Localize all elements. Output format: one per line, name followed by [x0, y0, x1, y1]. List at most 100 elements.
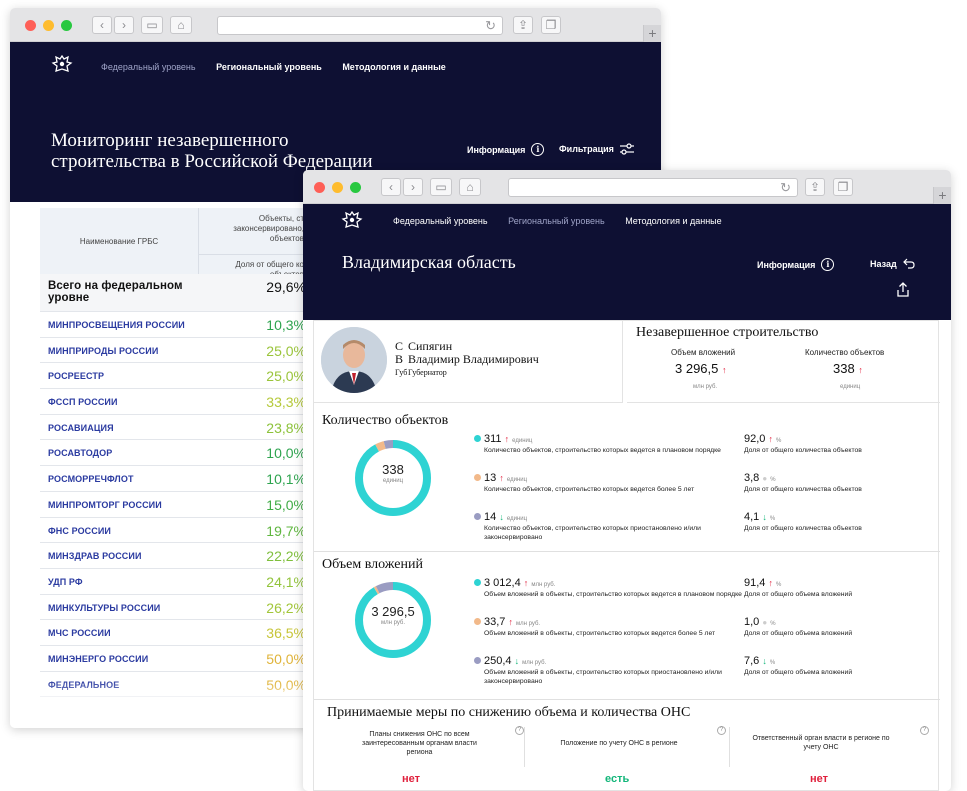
row-name[interactable]: РОСАВИАЦИЯ	[48, 423, 114, 433]
front-address-bar[interactable]: ↻	[508, 178, 798, 197]
row-name[interactable]: МИНПРИРОДЫ РОССИИ	[48, 346, 158, 356]
table-row[interactable]: МИНКУЛЬТУРЫ РОССИИ 26,2%	[40, 595, 308, 621]
measures-value-plans: нет	[402, 773, 421, 785]
nav-methodology[interactable]: Методология и данные	[342, 62, 445, 72]
row-value: 10,3%	[266, 317, 306, 333]
browser-toolbar: ‹ › ▭ ⌂ ↻ ⇪ ❐ +	[10, 8, 661, 42]
arrow-up-icon: ↑	[504, 434, 510, 444]
measures-value-regulation: есть	[605, 773, 630, 785]
row-name[interactable]: РОСАВТОДОР	[48, 448, 112, 458]
front-reload-icon[interactable]: ↻	[780, 180, 791, 196]
table-row[interactable]: МИНЭНЕРГО РОССИИ 50,0%	[40, 646, 308, 672]
indicator-pct: 7,6 ↓ %	[744, 655, 775, 667]
close-window-button[interactable]	[25, 20, 36, 31]
tabs-icon[interactable]: ❐	[541, 16, 561, 34]
row-name[interactable]: МИНПРОСВЕЩЕНИЯ РОССИИ	[48, 320, 185, 330]
indicator-number: 3 012,4	[484, 577, 521, 589]
front-back-arrow-icon[interactable]: ‹	[381, 178, 401, 196]
back-link[interactable]: Назад	[870, 258, 915, 269]
invest-title: Объем вложений	[322, 557, 423, 572]
front-minimize-button[interactable]	[332, 182, 343, 193]
table-row[interactable]: РОСРЕЕСТР 25,0%	[40, 363, 308, 390]
table-row[interactable]: МИНПРИРОДЫ РОССИИ 25,0%	[40, 338, 308, 364]
pct-sign: %	[776, 438, 782, 444]
help-icon[interactable]: ?	[920, 726, 929, 735]
neutral-dot-icon: ●	[762, 474, 768, 483]
invest-unit: млн руб.	[693, 384, 718, 390]
table-row[interactable]: ФССП РОССИИ 33,3%	[40, 389, 308, 415]
indicator-number: 311	[484, 433, 502, 445]
measures-col3: Ответственный орган власти в регионе по …	[752, 735, 890, 751]
table-row[interactable]: МИНЗДРАВ РОССИИ 22,2%	[40, 543, 308, 569]
row-name[interactable]: МИНКУЛЬТУРЫ РОССИИ	[48, 603, 160, 613]
filter-link[interactable]: Фильтрация	[559, 143, 634, 155]
front-maximize-button[interactable]	[350, 182, 361, 193]
indicator-pct: 4,1 ↓ %	[744, 511, 775, 523]
indicator-number: 13	[484, 472, 497, 484]
front-share-icon[interactable]	[896, 282, 910, 298]
maximize-window-button[interactable]	[61, 20, 72, 31]
minimize-window-button[interactable]	[43, 20, 54, 31]
front-share-browser-icon[interactable]: ⇪	[805, 178, 825, 196]
row-name[interactable]: МЧС РОССИИ	[48, 628, 111, 638]
unfinished-title: Незавершенное строительство	[636, 325, 819, 340]
table-row[interactable]: РОСАВТОДОР 10,0%	[40, 440, 308, 467]
sidebar-icon[interactable]: ▭	[141, 16, 163, 34]
info-link[interactable]: Информация i	[467, 143, 545, 156]
row-name[interactable]: МИНПРОМТОРГ РОССИИ	[48, 500, 162, 510]
row-name[interactable]: РОСМОРРЕЧФЛОТ	[48, 474, 134, 484]
row-name[interactable]: ФНС РОССИИ	[48, 526, 111, 536]
help-icon[interactable]: ?	[515, 726, 524, 735]
pct-number: 4,1	[744, 511, 760, 523]
address-bar[interactable]: ↻	[217, 16, 503, 35]
col-objects-header[interactable]: Объекты, ст законсервировано, объектов Д…	[198, 208, 308, 279]
row-name[interactable]: МИНЭНЕРГО РОССИИ	[48, 654, 148, 664]
reload-icon[interactable]: ↻	[485, 18, 496, 34]
col-share-line1: Доля от общего ко	[235, 260, 304, 269]
pct-label: Доля от общего количества объектов	[744, 447, 862, 454]
table-row[interactable]: МИНПРОМТОРГ РОССИИ 15,0%	[40, 492, 308, 518]
front-tabs-icon[interactable]: ❐	[833, 178, 853, 196]
front-sidebar-icon[interactable]: ▭	[430, 178, 452, 196]
count-value: 338 ↑	[833, 361, 863, 376]
front-nav-regional[interactable]: Региональный уровень	[508, 216, 605, 226]
front-forward-arrow-icon[interactable]: ›	[403, 178, 423, 196]
invest-value: 3 296,5 ↑	[675, 361, 727, 376]
nav-federal[interactable]: Федеральный уровень	[101, 62, 196, 72]
row-value: 19,7%	[266, 522, 306, 539]
row-value: 24,1%	[266, 573, 306, 590]
pct-sign: %	[776, 582, 782, 588]
back-arrow-icon[interactable]: ‹	[92, 16, 112, 34]
table-row[interactable]: РОСАВИАЦИЯ 23,8%	[40, 415, 308, 441]
table-row-total[interactable]: Всего на федеральном уровне 29,6%	[40, 274, 308, 312]
avatar	[321, 327, 387, 393]
forward-arrow-icon[interactable]: ›	[114, 16, 134, 34]
row-name[interactable]: УДП РФ	[48, 577, 83, 587]
share-browser-icon[interactable]: ⇪	[513, 16, 533, 34]
table-row[interactable]: РОСМОРРЕЧФЛОТ 10,1%	[40, 466, 308, 492]
row-name[interactable]: МИНЗДРАВ РОССИИ	[48, 551, 142, 561]
row-value: 50,0%	[266, 650, 306, 667]
front-nav-methodology[interactable]: Методология и данные	[625, 216, 721, 226]
front-nav-federal[interactable]: Федеральный уровень	[393, 216, 488, 226]
table-row[interactable]: ФНС РОССИИ 19,7%	[40, 518, 308, 544]
front-close-button[interactable]	[314, 182, 325, 193]
indicator-unit: единиц	[506, 477, 528, 483]
arrow-up-icon: ↑	[858, 365, 863, 375]
nav-regional[interactable]: Региональный уровень	[216, 62, 322, 72]
row-name[interactable]: РОСРЕЕСТР	[48, 371, 104, 381]
front-new-tab-button[interactable]: +	[933, 187, 951, 204]
front-home-icon[interactable]: ⌂	[459, 178, 481, 196]
front-info-link[interactable]: Информация i	[757, 258, 835, 271]
table-row[interactable]: МИНПРОСВЕЩЕНИЯ РОССИИ 10,3%	[40, 312, 308, 338]
help-icon[interactable]: ?	[717, 726, 726, 735]
front-browser-window: ‹ › ▭ ⌂ ↻ ⇪ ❐ + Федеральный уровень Реги…	[303, 170, 951, 791]
arrow-down-icon: ↓	[499, 512, 504, 522]
table-row[interactable]: МЧС РОССИИ 36,5%	[40, 620, 308, 646]
col-name-header[interactable]: Наименование ГРБС	[40, 208, 198, 274]
table-row[interactable]: УДП РФ 24,1%	[40, 569, 308, 595]
arrow-up-icon: ↑	[499, 473, 504, 483]
home-icon[interactable]: ⌂	[170, 16, 192, 34]
row-name[interactable]: ФССП РОССИИ	[48, 397, 118, 407]
new-tab-button[interactable]: +	[643, 25, 661, 42]
